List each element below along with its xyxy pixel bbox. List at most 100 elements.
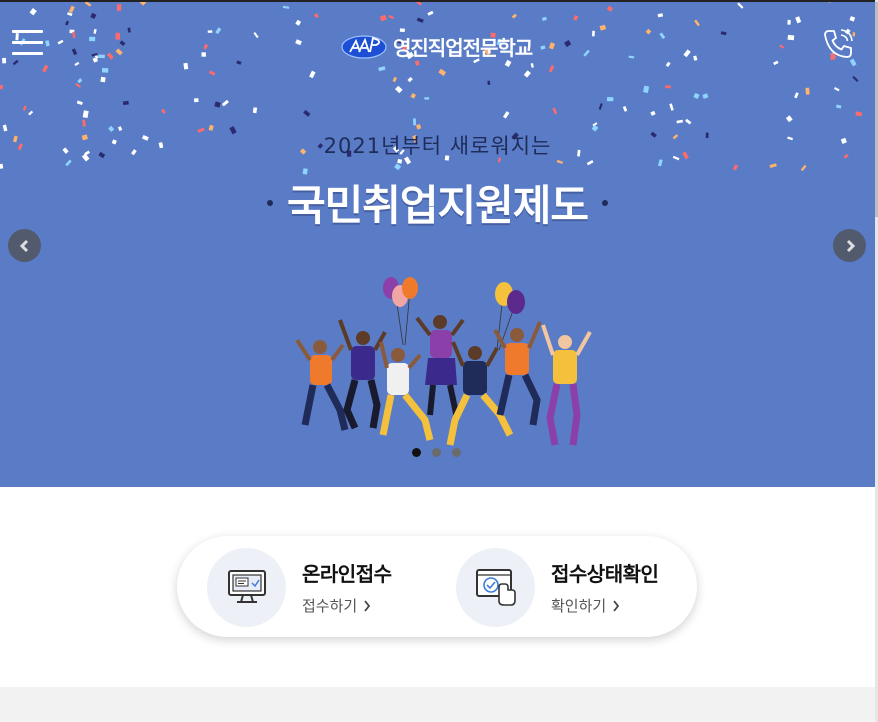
quick-links-card: 온라인접수 접수하기 접수상태확인 확인하기 bbox=[177, 536, 697, 637]
confetti-piece bbox=[787, 34, 795, 41]
confetti-piece bbox=[68, 5, 75, 14]
confetti-piece bbox=[22, 105, 27, 111]
confetti-piece bbox=[552, 107, 558, 115]
confetti-piece bbox=[583, 49, 590, 57]
confetti-piece bbox=[855, 111, 863, 117]
icon-circle bbox=[207, 547, 286, 627]
online-apply-button[interactable]: 온라인접수 접수하기 bbox=[207, 547, 392, 627]
slide-dot[interactable] bbox=[452, 448, 461, 457]
phone-button[interactable] bbox=[820, 26, 856, 62]
confetti-piece bbox=[598, 103, 603, 110]
confetti-piece bbox=[82, 110, 89, 119]
confetti-piece bbox=[236, 60, 242, 65]
site-logo[interactable]: 영진직업전문학교 bbox=[341, 30, 533, 62]
confetti-piece bbox=[295, 39, 302, 46]
confetti-piece bbox=[541, 16, 547, 21]
confetti-piece bbox=[207, 30, 213, 33]
chevron-right-icon bbox=[846, 239, 855, 252]
confetti-piece bbox=[122, 100, 129, 106]
confetti-piece bbox=[523, 70, 531, 78]
confetti-piece bbox=[410, 93, 417, 99]
confetti-piece bbox=[29, 8, 37, 16]
confetti-piece bbox=[309, 70, 316, 79]
confetti-piece bbox=[77, 78, 83, 84]
confetti-piece bbox=[82, 119, 86, 127]
confetti-piece bbox=[685, 118, 692, 125]
confetti-piece bbox=[694, 19, 700, 27]
confetti-piece bbox=[394, 163, 402, 171]
confetti-piece bbox=[586, 160, 594, 166]
confetti-piece bbox=[253, 32, 259, 39]
confetti-piece bbox=[2, 57, 7, 64]
quick-action-link[interactable]: 접수하기 bbox=[302, 595, 392, 616]
banner-title-row: 국민취업지원제도 bbox=[0, 172, 875, 233]
confetti-piece bbox=[487, 80, 491, 86]
confetti-piece bbox=[215, 27, 222, 35]
hamburger-line bbox=[12, 52, 43, 55]
chevron-right-icon bbox=[613, 599, 620, 612]
confetti-piece bbox=[416, 17, 424, 23]
confetti-piece bbox=[0, 163, 4, 169]
confetti-piece bbox=[720, 31, 727, 36]
confetti-piece bbox=[657, 159, 663, 167]
slide-dot[interactable] bbox=[432, 448, 441, 457]
confetti-piece bbox=[794, 92, 799, 99]
confetti-piece bbox=[599, 24, 607, 31]
menu-button[interactable] bbox=[12, 28, 44, 58]
confetti-piece bbox=[732, 164, 739, 171]
confetti-piece bbox=[392, 76, 397, 83]
title-dot bbox=[266, 199, 273, 206]
confetti-piece bbox=[564, 40, 572, 48]
confetti-piece bbox=[676, 119, 684, 124]
confetti-piece bbox=[787, 19, 791, 25]
quick-action-title: 접수상태확인 bbox=[551, 562, 659, 586]
confetti-piece bbox=[379, 14, 387, 22]
confetti-piece bbox=[643, 85, 650, 94]
confetti-piece bbox=[127, 27, 131, 33]
confetti-piece bbox=[201, 52, 206, 57]
confetti-piece bbox=[93, 28, 97, 34]
confetti-piece bbox=[161, 108, 166, 114]
confetti-piece bbox=[540, 45, 546, 50]
confetti-piece bbox=[556, 159, 563, 164]
confetti-piece bbox=[659, 32, 666, 40]
slide-dot[interactable] bbox=[412, 448, 421, 457]
confetti-piece bbox=[183, 62, 189, 70]
confetti-piece bbox=[773, 60, 779, 66]
banner-subtitle: 2021년부터 새로워지는 bbox=[323, 134, 552, 158]
quick-action-link-label: 접수하기 bbox=[302, 597, 358, 615]
confetti-piece bbox=[28, 110, 34, 116]
confetti-piece bbox=[119, 40, 126, 47]
confetti-piece bbox=[606, 96, 614, 102]
icon-circle bbox=[456, 547, 535, 627]
confetti-piece bbox=[295, 19, 302, 26]
confetti-piece bbox=[548, 42, 555, 50]
confetti-piece bbox=[76, 100, 83, 106]
confetti-piece bbox=[303, 109, 311, 117]
application-status-button[interactable]: 접수상태확인 확인하기 bbox=[456, 547, 659, 627]
phone-icon bbox=[824, 29, 853, 58]
confetti-piece bbox=[214, 101, 221, 108]
confetti-piece bbox=[45, 40, 50, 47]
confetti-piece bbox=[785, 115, 793, 123]
confetti-piece bbox=[72, 31, 76, 39]
confetti-piece bbox=[693, 92, 700, 100]
confetti-piece bbox=[795, 16, 802, 24]
confetti-piece bbox=[75, 82, 81, 88]
confetti-piece bbox=[800, 164, 807, 172]
celebrating-people-illustration bbox=[295, 277, 592, 446]
confetti-piece bbox=[548, 64, 555, 73]
confetti-piece bbox=[100, 76, 106, 83]
logo-emblem-icon bbox=[341, 35, 387, 59]
confetti-piece bbox=[424, 97, 430, 100]
confetti-piece bbox=[101, 67, 109, 73]
confetti-piece bbox=[622, 105, 628, 112]
confetti-piece bbox=[12, 59, 19, 66]
confetti-piece bbox=[193, 98, 199, 103]
quick-action-link[interactable]: 확인하기 bbox=[551, 595, 658, 616]
confetti-piece bbox=[407, 76, 413, 83]
prev-slide-button[interactable] bbox=[8, 229, 41, 262]
chevron-left-icon bbox=[19, 239, 28, 252]
next-slide-button[interactable] bbox=[833, 229, 866, 262]
confetti-piece bbox=[90, 12, 97, 20]
